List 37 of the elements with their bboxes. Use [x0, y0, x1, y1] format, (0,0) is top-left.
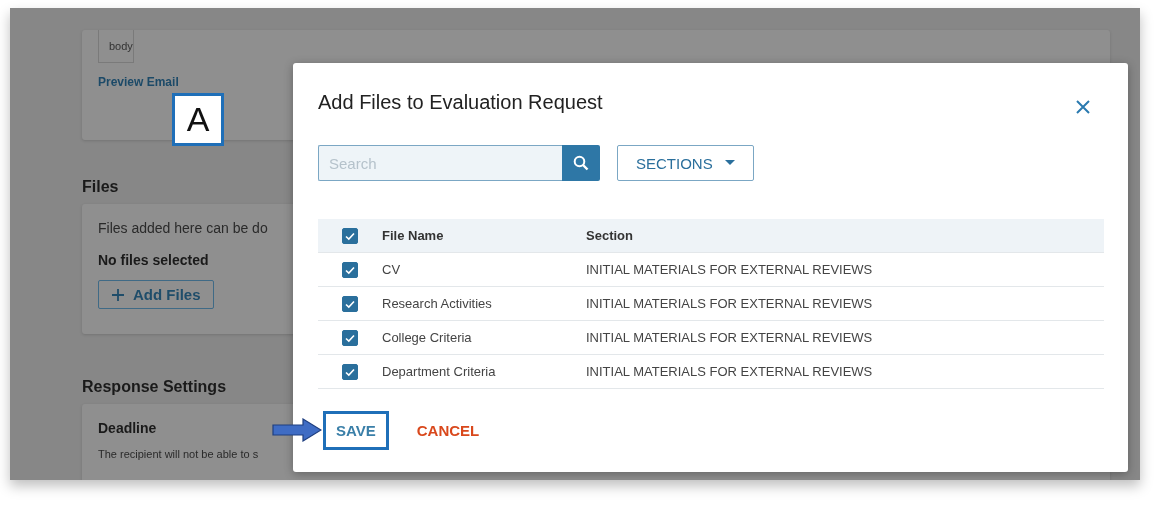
files-status: No files selected: [98, 252, 209, 268]
row-checkbox[interactable]: [342, 295, 358, 312]
plus-icon: [111, 287, 125, 302]
row-checkbox[interactable]: [342, 261, 358, 278]
search-button[interactable]: [562, 145, 600, 181]
column-header: File Name: [382, 228, 445, 243]
caret-icon: [724, 160, 735, 166]
save-button[interactable]: SAVE: [323, 411, 389, 450]
dialog-title: Add Files to Evaluation Request: [318, 91, 603, 114]
section-heading: Response Settings: [82, 378, 228, 396]
section-heading: Files: [82, 178, 120, 196]
field-label: body: [109, 40, 133, 52]
row-checkbox[interactable]: [342, 363, 358, 380]
body-field[interactable]: body: [98, 30, 134, 63]
table-cell-text: College Criteria: [382, 330, 473, 345]
table-cell-text: Research Activities: [382, 296, 493, 311]
files-description: Files added here can be do: [98, 220, 268, 236]
table-cell: INITIAL MATERIALS FOR EXTERNAL REVIEWS: [586, 364, 873, 379]
add-files-button[interactable]: Add Files: [98, 280, 214, 309]
close-icon[interactable]: [1076, 99, 1090, 114]
table-cell: INITIAL MATERIALS FOR EXTERNAL REVIEWS: [586, 262, 873, 277]
table-cell-text: Department Criteria: [382, 364, 497, 379]
sections-dropdown[interactable]: SECTIONS: [617, 145, 754, 181]
column-header: Section: [586, 228, 633, 243]
select-all-checkbox[interactable]: [342, 227, 358, 244]
callout-label: A: [172, 93, 224, 146]
search-field[interactable]: Search: [318, 145, 562, 181]
table-cell: INITIAL MATERIALS FOR EXTERNAL REVIEWS: [586, 330, 873, 345]
deadline-title: Deadline: [98, 420, 157, 436]
search-icon: [573, 155, 589, 171]
arrow-icon: [272, 418, 322, 442]
cancel-button[interactable]: CANCEL: [416, 422, 480, 439]
deadline-description: The recipient will not be able to s: [98, 448, 259, 460]
table-cell: INITIAL MATERIALS FOR EXTERNAL REVIEWS: [586, 296, 873, 311]
table-cell-text: CV: [382, 262, 402, 277]
preview-email-link[interactable]: Preview Email: [98, 75, 179, 89]
row-checkbox[interactable]: [342, 329, 358, 346]
